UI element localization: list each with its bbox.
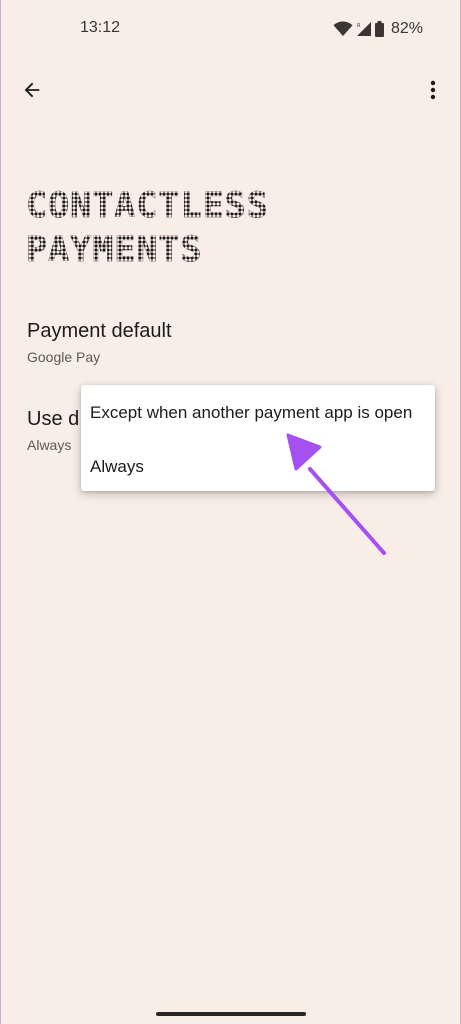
payment-default-preference[interactable]: Payment default Google Pay: [27, 318, 427, 367]
option-always[interactable]: Always: [90, 457, 144, 477]
status-bar: 13:12 R 82%: [0, 0, 461, 58]
wifi-icon: [333, 21, 353, 36]
app-bar: [0, 58, 461, 122]
status-time: 13:12: [80, 19, 121, 36]
phone-frame: [0, 0, 461, 1024]
cell-signal-icon: R: [356, 22, 371, 36]
status-icons: R 82%: [333, 18, 423, 40]
more-vert-icon: [430, 80, 436, 100]
annotation-arrow-icon: [286, 433, 386, 555]
battery-icon: [374, 21, 384, 37]
arrow-back-icon: [24, 82, 40, 98]
payment-default-summary: Google Pay: [27, 349, 101, 365]
payment-default-title: Payment default: [27, 320, 172, 342]
page-title: CONTACTLESS PAYMENTS: [26, 184, 436, 272]
svg-text:R: R: [357, 23, 361, 29]
gesture-navigation-handle[interactable]: [156, 1012, 306, 1016]
option-except-when-another-app-open[interactable]: Except when another payment app is open: [90, 403, 412, 423]
page-title-text: CONTACTLESS PAYMENTS: [26, 186, 269, 271]
back-button[interactable]: [14, 72, 50, 108]
battery-percentage: 82%: [390, 20, 423, 37]
more-options-button[interactable]: [415, 72, 451, 108]
